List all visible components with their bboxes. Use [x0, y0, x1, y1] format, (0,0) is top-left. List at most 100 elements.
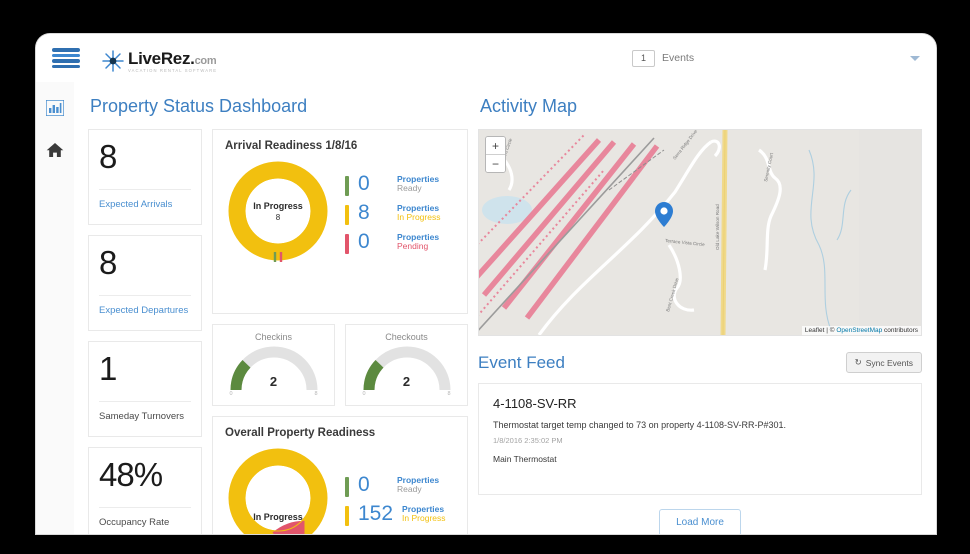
activity-map-title: Activity Map — [480, 96, 578, 116]
left-grid: 8 Expected Arrivals 8 Expected Departure… — [88, 129, 468, 534]
stat-value: 8 — [99, 244, 117, 281]
gauge-ticks: 0 8 — [357, 391, 457, 397]
stat-value: 48% — [99, 456, 163, 493]
gauge-ticks: 0 8 — [224, 391, 324, 397]
attribution-suffix: contributors — [882, 327, 918, 334]
checkouts-gauge: 2 0 8 — [357, 344, 457, 399]
legend-word-status: Ready — [397, 182, 422, 193]
legend-word-status: In Progress — [397, 211, 441, 222]
hamburger-line — [52, 59, 80, 63]
checkins-gauge: 2 0 8 — [224, 344, 324, 399]
stat-card-occupancy-rate[interactable]: 48% Occupancy Rate — [88, 447, 202, 534]
gauge-row: Checkins 2 0 8 Checkouts 2 0 8 — [212, 324, 468, 406]
event-timestamp: 1/8/2016 2:35:02 PM — [493, 436, 563, 445]
chevron-down-icon[interactable] — [910, 55, 920, 61]
stat-label: Expected Arrivals — [99, 199, 173, 210]
legend-text: Properties Pending — [397, 231, 439, 251]
hamburger-line — [52, 53, 80, 57]
top-bar: LiveRez.com VACATION RENTAL SOFTWARE 1 E… — [36, 34, 936, 83]
logo-name: LiveRez. — [128, 48, 195, 68]
events-count-badge: 1 — [632, 49, 655, 67]
event-feed-title: Event Feed — [478, 352, 565, 372]
legend-color-swatch — [345, 506, 349, 526]
stat-label: Occupancy Rate — [99, 517, 170, 528]
device-window: LiveRez.com VACATION RENTAL SOFTWARE 1 E… — [36, 34, 936, 534]
legend-row-ready[interactable]: 0 Properties Ready — [345, 173, 440, 196]
event-source: Main Thermostat — [493, 454, 557, 464]
event-feed-header: Event Feed ↻ Sync Events — [478, 352, 922, 373]
legend-count: 152 — [358, 502, 394, 525]
top-bar-right: 1 Events — [620, 49, 936, 67]
stat-label: Sameday Turnovers — [99, 411, 185, 422]
hamburger-line — [52, 48, 80, 52]
legend-word-status: Ready — [397, 484, 422, 495]
gauge-tick-max: 8 — [314, 391, 318, 397]
arrival-readiness-title: Arrival Readiness 1/8/16 — [225, 140, 358, 152]
starburst-icon — [102, 50, 124, 72]
dashboard-chart-icon[interactable] — [45, 98, 65, 118]
event-title: 4-1108-SV-RR — [493, 396, 577, 411]
icon-rail — [36, 82, 75, 534]
legend-row-ready[interactable]: 0 Properties Ready — [345, 474, 446, 497]
stat-card-sameday-turnovers[interactable]: 1 Sameday Turnovers — [88, 341, 202, 437]
map-pin-icon[interactable] — [655, 202, 673, 227]
attribution-leaflet[interactable]: Leaflet — [805, 327, 825, 334]
map-zoom-in-button[interactable]: + — [486, 137, 505, 155]
divider — [99, 295, 191, 296]
load-more-wrapper: Load More — [478, 509, 922, 534]
events-dropdown[interactable]: 1 Events — [620, 49, 695, 67]
page-title: Property Status Dashboard — [90, 96, 308, 116]
load-more-button[interactable]: Load More — [659, 509, 741, 534]
screen-background: LiveRez.com VACATION RENTAL SOFTWARE 1 E… — [0, 0, 970, 554]
legend-count: 0 — [358, 171, 370, 195]
svg-text:Old Lake Wilson Road: Old Lake Wilson Road — [715, 204, 720, 250]
gauge-title: Checkouts — [385, 332, 428, 342]
checkins-gauge-card: Checkins 2 0 8 — [212, 324, 335, 406]
event-description: Thermostat target temp changed to 73 on … — [493, 420, 786, 430]
legend-row-pending[interactable]: 0 Properties Pending — [345, 231, 440, 254]
stat-value: 8 — [99, 138, 117, 175]
activity-map[interactable]: Terrace Vista Circle Old Lake Wilson Roa… — [478, 129, 922, 336]
map-zoom-controls[interactable]: + − — [485, 136, 506, 173]
overall-readiness-donut: In Progress — [225, 445, 331, 534]
stat-card-column: 8 Expected Arrivals 8 Expected Departure… — [88, 129, 202, 534]
gauge-tick-min: 0 — [362, 391, 366, 397]
attribution-separator: | © — [824, 327, 837, 334]
sync-events-button[interactable]: ↻ Sync Events — [845, 352, 922, 373]
legend-count: 8 — [358, 200, 370, 224]
logo-tagline: VACATION RENTAL SOFTWARE — [128, 67, 218, 73]
left-column: Property Status Dashboard 8 Expected Arr… — [74, 82, 468, 534]
stat-card-expected-departures[interactable]: 8 Expected Departures — [88, 235, 202, 331]
legend-color-swatch — [345, 175, 349, 196]
hamburger-menu-icon[interactable] — [52, 48, 80, 68]
divider — [99, 507, 191, 508]
legend-word-status: Pending — [397, 240, 429, 251]
home-icon[interactable] — [45, 140, 65, 160]
logo-tld: com — [194, 54, 217, 67]
legend-text: Properties Ready — [397, 474, 439, 494]
events-dropdown-label: Events — [662, 52, 695, 64]
stat-card-expected-arrivals[interactable]: 8 Expected Arrivals — [88, 129, 202, 225]
arrival-readiness-card: Arrival Readiness 1/8/16 In Progress 8 0… — [212, 129, 468, 314]
gauge-title: Checkins — [254, 332, 292, 342]
refresh-icon: ↻ — [854, 357, 862, 367]
gauge-tick-min: 0 — [229, 391, 233, 397]
hamburger-line — [52, 64, 80, 68]
attribution-osm[interactable]: OpenStreetMap — [836, 327, 882, 334]
sync-events-label: Sync Events — [865, 357, 913, 368]
legend-count: 0 — [358, 229, 370, 253]
arrival-readiness-donut: In Progress 8 — [225, 158, 331, 264]
divider — [99, 189, 191, 190]
map-canvas: Terrace Vista Circle Old Lake Wilson Roa… — [479, 130, 859, 335]
legend-row-in-progress[interactable]: 8 Properties In Progress — [345, 202, 440, 225]
brand-logo[interactable]: LiveRez.com VACATION RENTAL SOFTWARE — [102, 43, 217, 73]
legend-row-in-progress[interactable]: 152 Properties In Progress — [345, 503, 446, 526]
legend-count: 0 — [358, 473, 370, 496]
map-zoom-out-button[interactable]: − — [486, 155, 505, 172]
dashboard-body: Property Status Dashboard 8 Expected Arr… — [74, 82, 936, 534]
chart-card-column: Arrival Readiness 1/8/16 In Progress 8 0… — [212, 129, 468, 534]
legend-word-status: In Progress — [402, 513, 446, 524]
gauge-tick-max: 8 — [447, 391, 451, 397]
event-feed-item[interactable]: 4-1108-SV-RR Thermostat target temp chan… — [478, 383, 922, 495]
overall-readiness-title: Overall Property Readiness — [225, 427, 376, 439]
